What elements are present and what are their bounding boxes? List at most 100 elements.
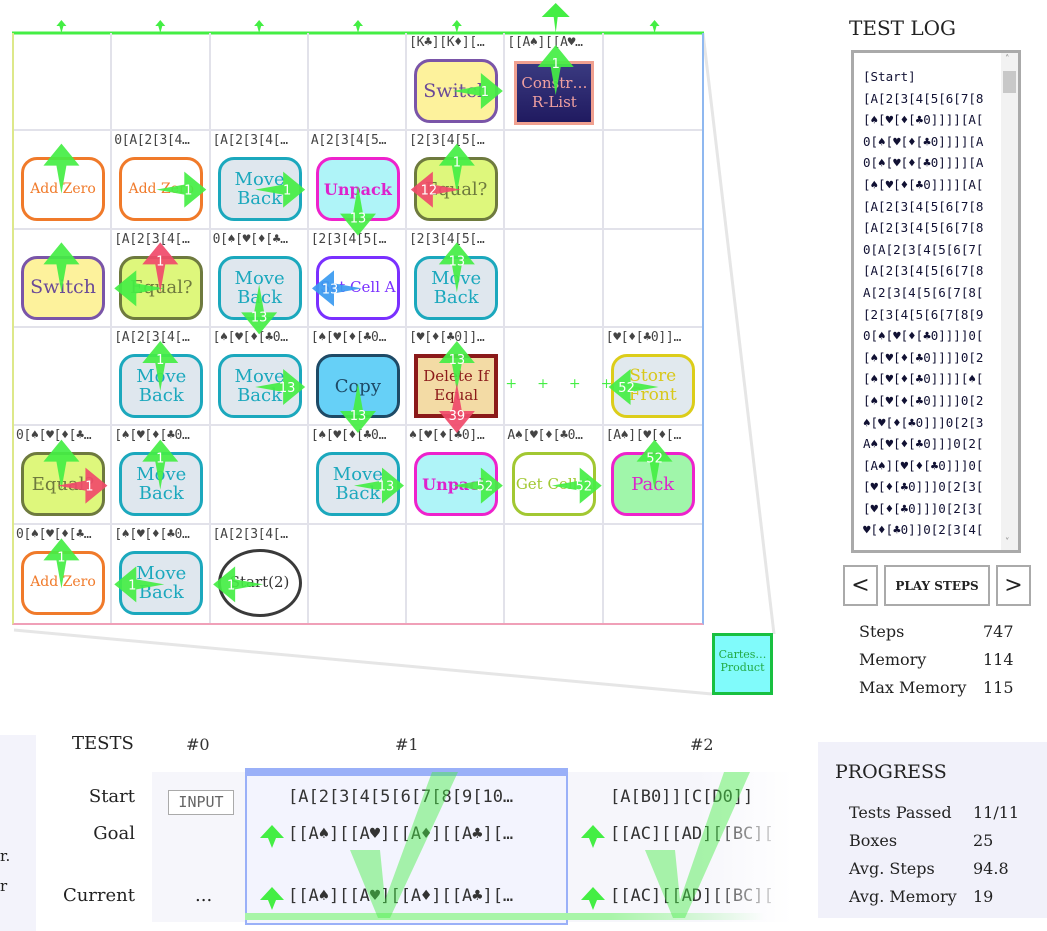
grid-cell[interactable]: [♥[♦[♣0]]… Store Front <box>603 328 702 427</box>
grid-cell[interactable] <box>505 524 604 623</box>
grid-cell[interactable] <box>308 33 408 132</box>
grid-cell[interactable]: [♠[♥[♦[♣0… Move Back <box>112 426 211 525</box>
log-line[interactable]: [A[2[3[4[5[6[7[8 <box>863 88 1005 110</box>
log-line[interactable]: ♠[♥[♦[♣0]]]0[2[3 <box>863 412 1005 434</box>
unpack-box[interactable]: Unpack <box>414 452 499 517</box>
get-cell-box[interactable]: Get Cell A <box>512 452 597 517</box>
grid-cell[interactable]: ++++ <box>505 328 612 427</box>
grid-cell[interactable] <box>604 525 702 623</box>
log-line[interactable]: [A[2[3[4[5[6[7[8 <box>863 196 1005 218</box>
grid-cell[interactable] <box>14 33 113 132</box>
start-box[interactable]: Start(2) <box>217 548 302 617</box>
grid-cell[interactable]: [A[2[3[4[… Move Back <box>112 328 211 427</box>
unpack-box[interactable]: Unpack <box>315 157 400 222</box>
grid-cell[interactable]: [A[2[3[4[… Move Back <box>210 131 309 230</box>
grid-cell[interactable]: 0[A[2[3[4… Add Zero <box>112 131 211 230</box>
test-log[interactable]: [Start] [A[2[3[4[5[6[7[8 [♠[♥[♦[♣0]]]][A[0… <box>851 50 1021 553</box>
program-grid[interactable]: [K♣][K♦][… Switch [[A♠][[A♥… Constr… R-List… <box>12 33 704 625</box>
set-cell-box[interactable]: Set Cell A <box>315 255 400 320</box>
equal-box[interactable]: Equal? <box>414 157 499 222</box>
log-line[interactable]: [♠[♥[♦[♣0]]]][A[ <box>863 174 1005 196</box>
log-line[interactable]: [A♠][♥[♦[♣0]]]0[ <box>863 455 1005 477</box>
grid-cell[interactable]: [♠[♥[♦[♣0… Copy <box>308 328 408 427</box>
log-line[interactable]: [♠[♥[♦[♣0]]]][♠[ <box>863 368 1005 390</box>
test-tab-2[interactable]: #2 <box>690 735 714 754</box>
grid-cell[interactable]: [A♠][♥[♦[… Pack <box>603 426 702 525</box>
log-line[interactable]: 0[♠[♥[♦[♣0]]]][A <box>863 152 1005 174</box>
log-line[interactable]: 0[♠[♥[♦[♣0]]]]0[ <box>863 325 1005 347</box>
grid-cell[interactable]: [2[3[4[5[… Move Back <box>407 229 506 328</box>
log-line[interactable]: 0[A[2[3[4[5[6[7[ <box>863 239 1005 261</box>
switch-box[interactable]: Switch <box>21 255 105 320</box>
log-line[interactable]: [♥[♦[♣0]]]0[2[3[ <box>863 476 1005 498</box>
test-tab-0[interactable]: #0 <box>186 735 210 754</box>
grid-cell[interactable] <box>210 426 309 525</box>
add-zero-box[interactable]: Add Zero <box>21 157 105 222</box>
grid-cell[interactable]: [[A♠][[A♥… Constr… R-List <box>505 33 604 132</box>
input-button[interactable]: INPUT <box>168 790 234 815</box>
switch-box[interactable]: Switch <box>414 59 499 123</box>
grid-cell[interactable] <box>112 33 211 132</box>
grid-cell[interactable] <box>309 524 408 623</box>
grid-cell[interactable]: [2[3[4[5[… Equal? <box>407 131 506 230</box>
log-line[interactable]: A[2[3[4[5[6[7[8[ <box>863 282 1005 304</box>
log-line[interactable]: A♠[♥[♦[♣0]]]0[2[ <box>863 433 1005 455</box>
grid-cell[interactable] <box>210 33 309 132</box>
add-zero-box[interactable]: Add Zero <box>119 157 204 222</box>
grid-cell[interactable]: [♥[♦[♣0]]… Delete If Equal <box>407 328 506 427</box>
store-front-box[interactable]: Store Front <box>610 354 695 418</box>
grid-cell[interactable] <box>603 33 702 132</box>
grid-cell[interactable] <box>505 131 604 230</box>
move-back-box[interactable]: Move Back <box>414 255 499 320</box>
log-line[interactable]: [Start] <box>863 66 1005 88</box>
grid-cell[interactable]: [♠[♥[♦[♣0… Move Back <box>112 524 211 623</box>
equal-box[interactable]: Equal? <box>21 452 105 517</box>
grid-cell[interactable]: [K♣][K♦][… Switch <box>407 33 506 132</box>
grid-cell[interactable] <box>505 229 604 328</box>
grid-cell[interactable] <box>14 328 113 427</box>
equal-box[interactable]: Equal? <box>119 255 204 320</box>
log-line[interactable]: [♠[♥[♦[♣0]]]]0[2 <box>863 390 1005 412</box>
grid-cell[interactable]: [♠[♥[♦[♣0… Move Back <box>308 426 408 525</box>
scrollbar[interactable]: ˄ ˅ <box>1001 53 1018 550</box>
log-line[interactable]: [2[3[4[5[6[7[8[9 <box>863 304 1005 326</box>
scroll-down-icon[interactable]: ˅ <box>1005 538 1010 548</box>
grid-cell[interactable]: [A[2[3[4[… Equal? <box>112 229 211 328</box>
minimap-cartesian-product[interactable]: Cartes… Product <box>712 633 773 695</box>
move-back-box[interactable]: Move Back <box>119 452 204 517</box>
grid-cell[interactable]: 0[♠[♥[♦[♣… Move Back <box>210 229 309 328</box>
grid-cell[interactable]: [♠[♥[♦[♣0… Move Back <box>210 328 309 427</box>
grid-cell[interactable] <box>603 230 702 328</box>
delete-if-equal-box[interactable]: Delete If Equal <box>414 354 499 418</box>
grid-cell[interactable]: Add Zero <box>14 131 113 230</box>
construct-box[interactable]: Constr… R-List <box>514 61 595 125</box>
grid-cell[interactable]: 0[♠[♥[♦[♣… Equal? <box>14 426 113 525</box>
move-back-box[interactable]: Move Back <box>119 354 204 418</box>
scrollbar-thumb[interactable] <box>1003 71 1016 93</box>
log-line[interactable]: ♥[♦[♣0]]0[2[3[4[ <box>863 519 1005 541</box>
test-tab-1[interactable]: #1 <box>395 735 419 754</box>
grid-cell[interactable] <box>407 524 506 623</box>
pack-box[interactable]: Pack <box>610 452 695 517</box>
copy-box[interactable]: Copy <box>315 354 400 418</box>
log-line[interactable]: [♠[♥[♦[♣0]]]][A[ <box>863 109 1005 131</box>
move-back-box[interactable]: Move Back <box>217 255 302 320</box>
grid-cell[interactable] <box>603 131 702 230</box>
grid-cell[interactable]: Switch <box>14 229 113 328</box>
grid-cell[interactable]: A[2[3[4[5… Unpack <box>308 131 408 230</box>
log-line[interactable]: [A[2[3[4[5[6[7[8 <box>863 260 1005 282</box>
log-line[interactable]: 0[♠[♥[♦[♣0]]]][A <box>863 131 1005 153</box>
grid-cell[interactable]: A♠[♥[♦[♣0… Get Cell A <box>505 426 604 525</box>
move-back-box[interactable]: Move Back <box>119 550 204 615</box>
log-line[interactable]: [♥[♦[♣0]]]0[2[3[ <box>863 498 1005 520</box>
grid-cell[interactable]: [A[2[3[4[… Start(2) <box>211 524 309 623</box>
play-steps-button[interactable]: PLAY STEPS <box>884 565 990 606</box>
move-back-box[interactable]: Move Back <box>217 354 302 418</box>
prev-step-button[interactable]: < <box>843 565 878 606</box>
grid-cell[interactable]: ♠[♥[♦[♣0]… Unpack <box>407 426 506 525</box>
next-step-button[interactable]: > <box>996 565 1031 606</box>
log-line[interactable]: [A[2[3[4[5[6[7[8 <box>863 217 1005 239</box>
grid-cell[interactable]: 0[♠[♥[♦[♣… Add Zero <box>14 524 113 623</box>
add-zero-box[interactable]: Add Zero <box>21 550 105 615</box>
log-line[interactable]: [♠[♥[♦[♣0]]]]0[2 <box>863 347 1005 369</box>
